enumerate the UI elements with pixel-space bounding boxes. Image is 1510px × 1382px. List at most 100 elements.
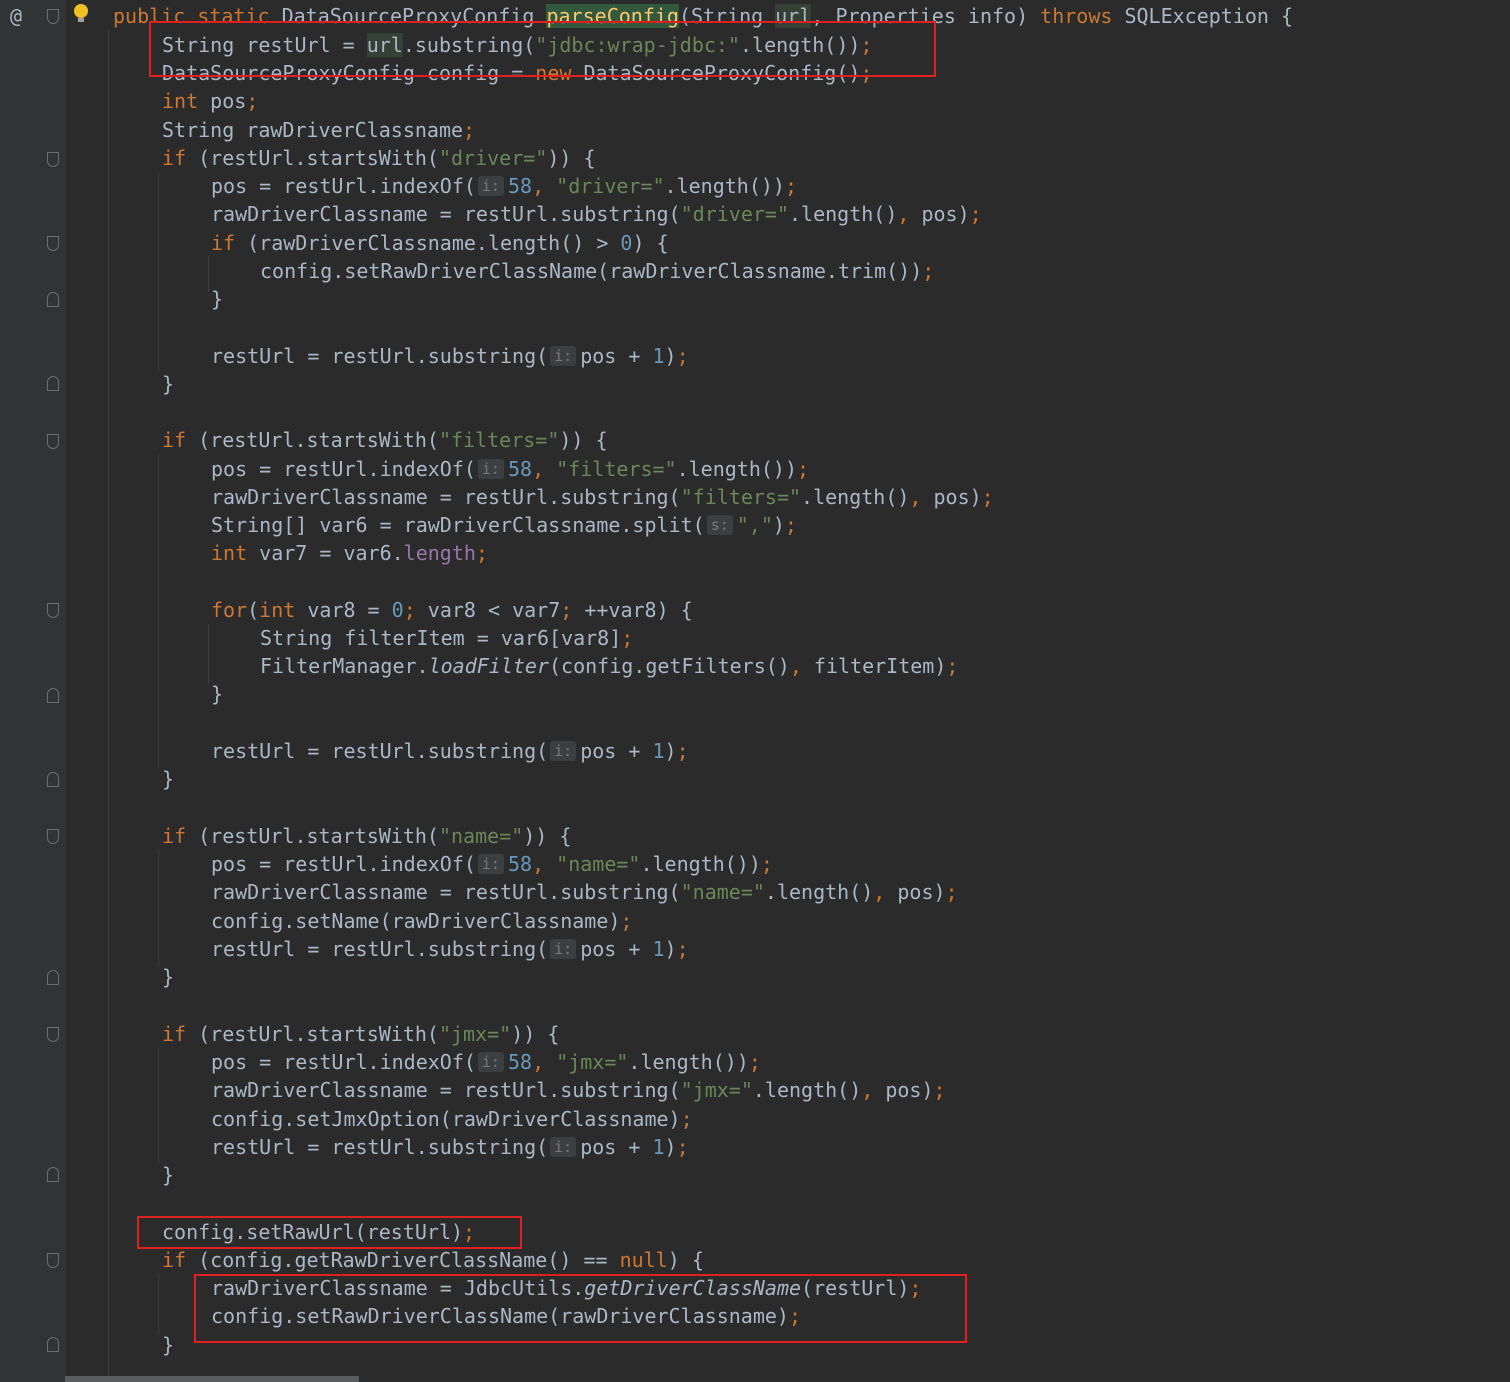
comma: ,	[873, 880, 898, 904]
code-text: )	[772, 513, 785, 537]
fold-toggle-icon[interactable]	[47, 152, 59, 167]
semicolon: ;	[797, 457, 810, 481]
code-line-6[interactable]: if (restUrl.startsWith("driver=")) {	[162, 144, 596, 172]
fold-toggle-icon[interactable]	[47, 1027, 59, 1042]
code-line-24[interactable]: }	[162, 765, 174, 793]
code-text: restUrl = restUrl.substring(	[211, 937, 549, 961]
string-literal: "name="	[556, 852, 641, 876]
code-line-29[interactable]: restUrl = restUrl.substring(i: pos + 1);	[211, 935, 689, 963]
fold-toggle-icon[interactable]	[47, 236, 59, 251]
code-line-19[interactable]: for(int var8 = 0; var8 < var7; ++var8) {	[211, 596, 693, 624]
semicolon: ;	[246, 89, 259, 113]
code-text: pos)	[921, 202, 970, 226]
code-line-34[interactable]: config.setJmxOption(rawDriverClassname);	[211, 1105, 693, 1133]
code-text: .length())	[640, 852, 761, 876]
semicolon: ;	[784, 174, 797, 198]
lightbulb-icon[interactable]	[74, 4, 88, 18]
fold-toggle-icon[interactable]	[47, 970, 59, 985]
code-line-17[interactable]: String[] var6 = rawDriverClassname.split…	[211, 511, 797, 539]
code-text: )) {	[523, 824, 572, 848]
code-line-13[interactable]: }	[162, 370, 174, 398]
comma: ,	[532, 457, 557, 481]
code-text: )	[664, 739, 677, 763]
horizontal-scrollbar[interactable]	[65, 1376, 359, 1382]
fold-toggle-icon[interactable]	[47, 603, 59, 618]
fold-toggle-icon[interactable]	[47, 688, 59, 703]
code-text: )) {	[511, 1022, 560, 1046]
keyword: for	[211, 598, 248, 622]
keyword: int	[162, 89, 211, 113]
code-line-15[interactable]: pos = restUrl.indexOf(i: 58, "filters=".l…	[211, 455, 809, 483]
string-literal: "jmx="	[556, 1050, 629, 1074]
code-line-30[interactable]: }	[162, 963, 174, 991]
fold-toggle-icon[interactable]	[47, 434, 59, 449]
code-text: pos = restUrl.indexOf(	[211, 457, 476, 481]
code-line-27[interactable]: rawDriverClassname = restUrl.substring("…	[211, 878, 958, 906]
keyword: if	[162, 146, 199, 170]
code-line-9[interactable]: if (rawDriverClassname.length() > 0) {	[211, 229, 669, 257]
indent-guide	[158, 1048, 159, 1164]
semicolon: ;	[620, 909, 633, 933]
code-text: pos = restUrl.indexOf(	[211, 1050, 476, 1074]
code-line-4[interactable]: int pos;	[162, 87, 258, 115]
fold-toggle-icon[interactable]	[47, 1337, 59, 1352]
code-line-12[interactable]: restUrl = restUrl.substring(i: pos + 1);	[211, 342, 689, 370]
code-text: )) {	[547, 146, 596, 170]
code-editor[interactable]: @ public static DataSourceProxyConfig pa…	[0, 0, 1510, 1382]
code-text: pos)	[897, 880, 946, 904]
code-line-7[interactable]: pos = restUrl.indexOf(i: 58, "driver=".le…	[211, 172, 797, 200]
string-literal: "filters="	[680, 485, 802, 509]
code-text: rawDriverClassname = restUrl.substring(	[211, 202, 681, 226]
code-line-32[interactable]: pos = restUrl.indexOf(i: 58, "jmx=".lengt…	[211, 1048, 761, 1076]
fold-toggle-icon[interactable]	[47, 1253, 59, 1268]
number-literal: 58	[507, 174, 533, 198]
code-line-22[interactable]: }	[211, 680, 223, 708]
code-text: rawDriverClassname = restUrl.substring(	[211, 485, 681, 509]
code-line-33[interactable]: rawDriverClassname = restUrl.substring("…	[211, 1076, 946, 1104]
semicolon: ;	[969, 202, 982, 226]
string-literal: "jmx="	[438, 1022, 512, 1046]
code-line-11[interactable]: }	[211, 285, 223, 313]
parameter-hint: i:	[550, 346, 577, 366]
code-text: var8 =	[307, 598, 392, 622]
lightbulb-icon-base	[78, 18, 84, 22]
fold-toggle-icon[interactable]	[47, 292, 59, 307]
code-line-38[interactable]: if (config.getRawDriverClassName() == nu…	[162, 1246, 704, 1274]
code-text: var7 = var6.	[259, 541, 404, 565]
code-line-18[interactable]: int var7 = var6.length;	[211, 539, 488, 567]
string-literal: "driver="	[556, 174, 665, 198]
editor-gutter[interactable]: @	[0, 0, 88, 1382]
code-line-16[interactable]: rawDriverClassname = restUrl.substring("…	[211, 483, 994, 511]
code-line-25[interactable]: if (restUrl.startsWith("name=")) {	[162, 822, 571, 850]
code-text: .length()	[801, 485, 910, 509]
code-line-36[interactable]: }	[162, 1161, 174, 1189]
semicolon: ;	[463, 118, 476, 142]
parameter-hint: i:	[550, 939, 577, 959]
code-line-14[interactable]: if (restUrl.startsWith("filters=")) {	[162, 426, 608, 454]
fold-toggle-icon[interactable]	[47, 376, 59, 391]
semicolon: ;	[560, 598, 585, 622]
comma: ,	[789, 654, 814, 678]
number-literal: 58	[507, 852, 533, 876]
override-marker-icon[interactable]: @	[10, 4, 22, 28]
code-line-5[interactable]: String rawDriverClassname;	[162, 116, 475, 144]
field-name: length	[403, 541, 476, 565]
code-line-28[interactable]: config.setName(rawDriverClassname);	[211, 907, 632, 935]
code-line-8[interactable]: rawDriverClassname = restUrl.substring("…	[211, 200, 982, 228]
code-line-23[interactable]: restUrl = restUrl.substring(i: pos + 1);	[211, 737, 689, 765]
fold-toggle-icon[interactable]	[47, 772, 59, 787]
code-line-31[interactable]: if (restUrl.startsWith("jmx=")) {	[162, 1020, 559, 1048]
fold-toggle-icon[interactable]	[47, 1167, 59, 1182]
fold-toggle-icon[interactable]	[47, 829, 59, 844]
code-line-26[interactable]: pos = restUrl.indexOf(i: 58, "name=".leng…	[211, 850, 773, 878]
code-text: )	[664, 344, 677, 368]
code-line-10[interactable]: config.setRawDriverClassName(rawDriverCl…	[260, 257, 934, 285]
number-literal: 0	[391, 598, 404, 622]
fold-toggle-icon[interactable]	[47, 9, 59, 24]
code-text: }	[162, 1163, 175, 1187]
code-text: .length())	[676, 457, 797, 481]
code-line-20[interactable]: String filterItem = var6[var8];	[260, 624, 633, 652]
code-line-41[interactable]: }	[162, 1331, 174, 1359]
code-line-35[interactable]: restUrl = restUrl.substring(i: pos + 1);	[211, 1133, 689, 1161]
code-line-21[interactable]: FilterManager.loadFilter(config.getFilte…	[260, 652, 958, 680]
